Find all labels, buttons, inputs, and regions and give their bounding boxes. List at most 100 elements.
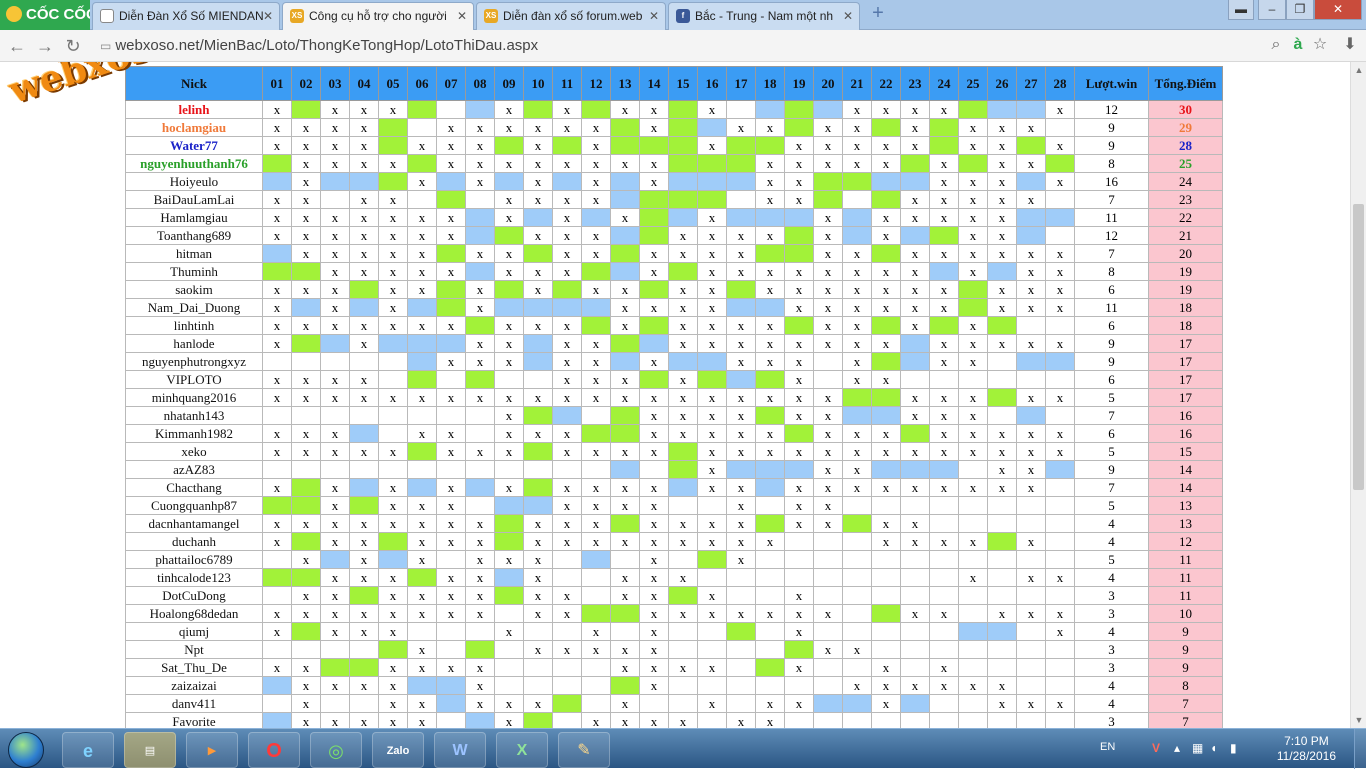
player-nick[interactable]: Hamlamgiau xyxy=(125,208,263,227)
minimize-button[interactable]: – xyxy=(1258,0,1286,20)
scroll-down-icon[interactable]: ▼ xyxy=(1351,712,1366,728)
back-icon[interactable]: ← xyxy=(6,35,28,57)
close-icon[interactable]: ✕ xyxy=(457,3,467,29)
player-nick[interactable]: Thuminh xyxy=(125,262,263,281)
close-window-button[interactable]: ✕ xyxy=(1314,0,1362,20)
loto-cell: x xyxy=(610,586,640,605)
url-input[interactable]: ▭ webxoso.net/MienBac/Loto/ThongKeTongHop… xyxy=(94,34,1334,58)
tray-expand-icon[interactable]: ▴ xyxy=(1174,741,1180,755)
loto-cell: x xyxy=(407,316,437,335)
bookmark-star-icon[interactable]: ☆ xyxy=(1310,34,1330,56)
opera-icon[interactable]: O xyxy=(248,732,300,768)
player-nick[interactable]: Hoiyeulo xyxy=(125,172,263,191)
close-icon[interactable]: ✕ xyxy=(263,3,273,29)
battery-icon[interactable]: ▮ xyxy=(1230,741,1237,755)
language-indicator[interactable]: EN xyxy=(1100,741,1115,753)
start-button[interactable] xyxy=(8,732,44,768)
player-nick[interactable]: Hoalong68dedan xyxy=(125,604,263,623)
player-nick[interactable]: xeko xyxy=(125,442,263,461)
zoom-icon[interactable]: ⌕ xyxy=(1266,34,1286,56)
player-nick[interactable]: saokim xyxy=(125,280,263,299)
player-nick[interactable]: BaiDauLamLai xyxy=(125,190,263,209)
player-nick[interactable]: hoclamgiau xyxy=(125,118,263,137)
col-header-02: 02 xyxy=(291,66,321,101)
player-nick[interactable]: Chacthang xyxy=(125,478,263,497)
zalo-icon[interactable]: Zalo xyxy=(372,732,424,768)
points-cell: 21 xyxy=(1148,226,1223,245)
coccoc-brand-button[interactable]: CỐC CỐC xyxy=(0,0,90,30)
scroll-thumb[interactable] xyxy=(1353,204,1364,490)
translate-icon[interactable]: à xyxy=(1288,34,1308,56)
player-nick[interactable]: duchanh xyxy=(125,532,263,551)
menu-icon[interactable]: ▬ xyxy=(1228,0,1254,20)
loto-cell: x xyxy=(900,208,930,227)
loto-cell xyxy=(465,316,495,335)
vertical-scrollbar[interactable]: ▲ ▼ xyxy=(1350,62,1366,728)
forward-icon[interactable]: → xyxy=(34,35,56,57)
volume-icon[interactable]: ◖ xyxy=(1210,741,1217,755)
antivirus-icon[interactable]: V xyxy=(1152,741,1160,755)
player-nick[interactable]: Cuongquanhp87 xyxy=(125,496,263,515)
player-nick[interactable]: nguyenhuuthanh76 xyxy=(125,154,263,173)
player-nick[interactable]: azAZ83 xyxy=(125,460,263,479)
tab-dien-dan[interactable]: Diễn Đàn Xổ Số MIENDAN ✕ xyxy=(92,2,280,30)
coccoc-icon[interactable]: ◎ xyxy=(310,732,362,768)
loto-cell: x xyxy=(552,244,582,263)
table-row: Sat_Thu_De x x x x x x x x x x x x x 3 9 xyxy=(125,658,1223,677)
loto-cell xyxy=(668,100,698,119)
paint-icon[interactable]: ✎ xyxy=(558,732,610,768)
loto-cell: x xyxy=(1016,460,1046,479)
player-nick[interactable]: hitman xyxy=(125,244,263,263)
player-nick[interactable]: Nam_Dai_Duong xyxy=(125,298,263,317)
excel-icon[interactable]: X xyxy=(496,732,548,768)
player-nick[interactable]: dacnhantamangel xyxy=(125,514,263,533)
show-desktop-button[interactable] xyxy=(1354,729,1366,769)
player-nick[interactable]: DotCuDong xyxy=(125,586,263,605)
media-icon[interactable]: ▶ xyxy=(186,732,238,768)
player-nick[interactable]: minhquang2016 xyxy=(125,388,263,407)
player-nick[interactable]: Toanthang689 xyxy=(125,226,263,245)
close-icon[interactable]: ✕ xyxy=(843,3,853,29)
loto-cell: x xyxy=(784,334,814,353)
scroll-up-icon[interactable]: ▲ xyxy=(1351,62,1366,78)
player-nick[interactable]: lelinh xyxy=(125,100,263,119)
player-nick[interactable]: Water77 xyxy=(125,136,263,155)
loto-cell xyxy=(262,550,292,569)
player-nick[interactable]: Sat_Thu_De xyxy=(125,658,263,677)
player-nick[interactable]: linhtinh xyxy=(125,316,263,335)
player-nick[interactable]: Favorite xyxy=(125,712,263,728)
player-nick[interactable]: zaizaizai xyxy=(125,676,263,695)
reload-icon[interactable]: ↻ xyxy=(62,35,84,57)
loto-cell: x xyxy=(523,190,553,209)
ie-icon[interactable]: e xyxy=(62,732,114,768)
player-nick[interactable]: tinhcalode123 xyxy=(125,568,263,587)
loto-cell xyxy=(262,172,292,191)
tab-forum[interactable]: XS Diễn đàn xổ số forum.web ✕ xyxy=(476,2,666,30)
player-nick[interactable]: Npt xyxy=(125,640,263,659)
clock[interactable]: 7:10 PM 11/28/2016 xyxy=(1277,734,1336,764)
loto-cell xyxy=(668,118,698,137)
player-nick[interactable]: qiumj xyxy=(125,622,263,641)
player-nick[interactable]: Kimmanh1982 xyxy=(125,424,263,443)
loto-cell: x xyxy=(320,442,350,461)
close-icon[interactable]: ✕ xyxy=(649,3,659,29)
loto-cell: x xyxy=(668,334,698,353)
network-icon[interactable]: ▦ xyxy=(1192,741,1203,755)
player-nick[interactable]: hanlode xyxy=(125,334,263,353)
player-nick[interactable]: nhatanh143 xyxy=(125,406,263,425)
restore-button[interactable]: ❐ xyxy=(1286,0,1314,20)
tab-cong-cu[interactable]: XS Công cụ hỗ trợ cho người ✕ xyxy=(282,2,474,30)
player-nick[interactable]: nguyenphutrongxyz xyxy=(125,352,263,371)
loto-cell xyxy=(755,208,785,227)
explorer-icon[interactable]: ▤ xyxy=(124,732,176,768)
col-header-05: 05 xyxy=(378,66,408,101)
player-nick[interactable]: VIPLOTO xyxy=(125,370,263,389)
word-icon[interactable]: W xyxy=(434,732,486,768)
loto-cell: x xyxy=(697,262,727,281)
download-icon[interactable]: ⬇ xyxy=(1340,34,1360,56)
tab-facebook[interactable]: f Bắc - Trung - Nam một nh ✕ xyxy=(668,2,860,30)
new-tab-button[interactable]: + xyxy=(868,3,888,25)
player-nick[interactable]: danv411 xyxy=(125,694,263,713)
loto-cell: x xyxy=(291,712,321,728)
player-nick[interactable]: phattailoc6789 xyxy=(125,550,263,569)
